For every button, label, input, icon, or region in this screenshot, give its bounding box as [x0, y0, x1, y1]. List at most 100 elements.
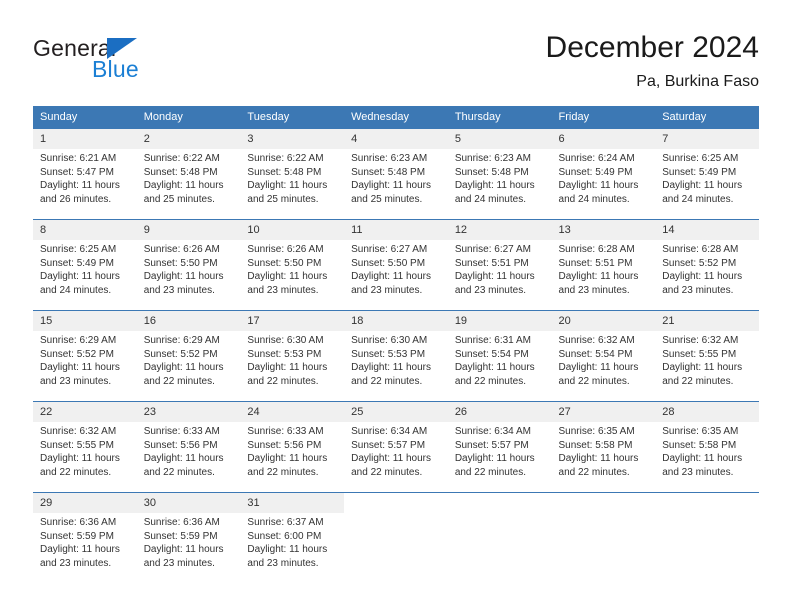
calendar-header-row: Sunday Monday Tuesday Wednesday Thursday…	[33, 106, 759, 129]
daylight-text-line2: and 22 minutes.	[143, 466, 215, 478]
day-cell[interactable]: 31 Sunrise: 6:37 AM Sunset: 6:00 PM Dayl…	[240, 492, 345, 574]
day-cell[interactable]: 3 Sunrise: 6:22 AM Sunset: 5:48 PM Dayli…	[240, 128, 345, 210]
day-cell[interactable]: 2 Sunrise: 6:22 AM Sunset: 5:48 PM Dayli…	[136, 128, 241, 210]
calendar-grid: Sunday Monday Tuesday Wednesday Thursday…	[33, 106, 759, 574]
week-spacer	[33, 210, 759, 220]
sunrise-text: Sunrise: 6:37 AM	[247, 517, 324, 528]
day-cell[interactable]: 29 Sunrise: 6:36 AM Sunset: 5:59 PM Dayl…	[33, 492, 137, 574]
daylight-text-line1: Daylight: 11 hours	[454, 453, 535, 465]
sunset-text: Sunset: 5:53 PM	[351, 348, 426, 360]
day-details: Sunrise: 6:29 AM Sunset: 5:52 PM Dayligh…	[137, 331, 241, 388]
day-details: Sunrise: 6:24 AM Sunset: 5:49 PM Dayligh…	[552, 149, 656, 206]
day-cell[interactable]: 1 Sunrise: 6:21 AM Sunset: 5:47 PM Dayli…	[33, 128, 137, 210]
sunset-text: Sunset: 5:48 PM	[247, 166, 322, 178]
sunset-text: Sunset: 5:49 PM	[40, 257, 114, 269]
day-cell[interactable]: 28 Sunrise: 6:35 AM Sunset: 5:58 PM Dayl…	[655, 401, 759, 483]
day-cell[interactable]: 9 Sunrise: 6:26 AM Sunset: 5:50 PM Dayli…	[136, 219, 241, 301]
day-details: Sunrise: 6:21 AM Sunset: 5:47 PM Dayligh…	[33, 149, 137, 206]
sunset-text: Sunset: 5:51 PM	[558, 257, 633, 269]
daylight-text-line2: and 23 minutes.	[247, 557, 319, 569]
day-cell[interactable]: 7 Sunrise: 6:25 AM Sunset: 5:49 PM Dayli…	[655, 128, 759, 210]
daylight-text-line2: and 22 minutes.	[558, 466, 630, 478]
daylight-text-line1: Daylight: 11 hours	[143, 453, 224, 465]
sunset-text: Sunset: 5:52 PM	[40, 348, 114, 360]
day-number: 1	[33, 129, 137, 149]
daylight-text-line2: and 24 minutes.	[40, 284, 112, 296]
day-cell[interactable]: 22 Sunrise: 6:32 AM Sunset: 5:55 PM Dayl…	[33, 401, 137, 483]
day-number	[344, 493, 448, 513]
day-number: 11	[344, 220, 448, 240]
daylight-text-line1: Daylight: 11 hours	[351, 362, 431, 374]
day-cell[interactable]: 5 Sunrise: 6:23 AM Sunset: 5:48 PM Dayli…	[447, 128, 552, 210]
day-cell[interactable]: 15 Sunrise: 6:29 AM Sunset: 5:52 PM Dayl…	[33, 310, 137, 392]
day-cell[interactable]: 23 Sunrise: 6:33 AM Sunset: 5:56 PM Dayl…	[136, 401, 241, 483]
day-number: 20	[551, 311, 656, 331]
daylight-text-line1: Daylight: 11 hours	[454, 362, 535, 374]
daylight-text-line1: Daylight: 11 hours	[558, 362, 639, 374]
sunset-text: Sunset: 5:58 PM	[662, 439, 737, 451]
sunset-text: Sunset: 5:49 PM	[662, 166, 737, 178]
day-number: 26	[447, 402, 552, 422]
sunrise-text: Sunrise: 6:27 AM	[351, 244, 428, 255]
daylight-text-line1: Daylight: 11 hours	[558, 453, 639, 465]
sunrise-text: Sunrise: 6:25 AM	[40, 244, 117, 255]
day-cell[interactable]: 18 Sunrise: 6:30 AM Sunset: 5:53 PM Dayl…	[344, 310, 448, 392]
daylight-text-line1: Daylight: 11 hours	[454, 180, 535, 192]
week-row: 8 Sunrise: 6:25 AM Sunset: 5:49 PM Dayli…	[33, 219, 759, 301]
sunrise-text: Sunrise: 6:32 AM	[558, 335, 635, 346]
day-cell[interactable]: 17 Sunrise: 6:30 AM Sunset: 5:53 PM Dayl…	[240, 310, 345, 392]
week-spacer	[33, 301, 759, 311]
day-number: 9	[136, 220, 241, 240]
day-cell[interactable]: 20 Sunrise: 6:32 AM Sunset: 5:54 PM Dayl…	[551, 310, 656, 392]
day-cell-empty	[447, 492, 552, 574]
weekday-header-friday: Friday	[551, 106, 656, 129]
daylight-text-line2: and 23 minutes.	[662, 466, 734, 478]
daylight-text-line2: and 23 minutes.	[143, 284, 215, 296]
day-cell[interactable]: 27 Sunrise: 6:35 AM Sunset: 5:58 PM Dayl…	[551, 401, 656, 483]
daylight-text-line2: and 22 minutes.	[351, 375, 423, 387]
daylight-text-line1: Daylight: 11 hours	[40, 453, 120, 465]
day-number	[448, 493, 552, 513]
sunrise-text: Sunrise: 6:25 AM	[662, 153, 739, 164]
day-number: 13	[551, 220, 656, 240]
daylight-text-line1: Daylight: 11 hours	[143, 271, 224, 283]
general-blue-logo[interactable]: General Blue	[33, 35, 223, 87]
day-cell[interactable]: 24 Sunrise: 6:33 AM Sunset: 5:56 PM Dayl…	[240, 401, 345, 483]
day-cell[interactable]: 25 Sunrise: 6:34 AM Sunset: 5:57 PM Dayl…	[344, 401, 448, 483]
daylight-text-line1: Daylight: 11 hours	[247, 453, 328, 465]
day-cell[interactable]: 26 Sunrise: 6:34 AM Sunset: 5:57 PM Dayl…	[447, 401, 552, 483]
day-cell[interactable]: 14 Sunrise: 6:28 AM Sunset: 5:52 PM Dayl…	[655, 219, 759, 301]
sunrise-text: Sunrise: 6:22 AM	[143, 153, 220, 164]
day-cell[interactable]: 12 Sunrise: 6:27 AM Sunset: 5:51 PM Dayl…	[447, 219, 552, 301]
daylight-text-line2: and 24 minutes.	[454, 193, 526, 205]
day-cell[interactable]: 16 Sunrise: 6:29 AM Sunset: 5:52 PM Dayl…	[136, 310, 241, 392]
sunrise-text: Sunrise: 6:31 AM	[454, 335, 531, 346]
day-cell[interactable]: 13 Sunrise: 6:28 AM Sunset: 5:51 PM Dayl…	[551, 219, 656, 301]
day-number: 8	[33, 220, 137, 240]
daylight-text-line1: Daylight: 11 hours	[558, 180, 639, 192]
day-cell[interactable]: 19 Sunrise: 6:31 AM Sunset: 5:54 PM Dayl…	[447, 310, 552, 392]
day-cell[interactable]: 4 Sunrise: 6:23 AM Sunset: 5:48 PM Dayli…	[344, 128, 448, 210]
sunset-text: Sunset: 5:53 PM	[247, 348, 322, 360]
day-details: Sunrise: 6:28 AM Sunset: 5:51 PM Dayligh…	[552, 240, 656, 297]
daylight-text-line1: Daylight: 11 hours	[247, 362, 328, 374]
sunset-text: Sunset: 5:54 PM	[454, 348, 529, 360]
day-details: Sunrise: 6:32 AM Sunset: 5:54 PM Dayligh…	[552, 331, 656, 388]
day-details: Sunrise: 6:22 AM Sunset: 5:48 PM Dayligh…	[240, 149, 344, 206]
day-number: 21	[655, 311, 759, 331]
page-header: General Blue December 2024 Pa, Burkina F…	[0, 0, 792, 96]
day-cell[interactable]: 6 Sunrise: 6:24 AM Sunset: 5:49 PM Dayli…	[551, 128, 656, 210]
day-cell[interactable]: 30 Sunrise: 6:36 AM Sunset: 5:59 PM Dayl…	[136, 492, 241, 574]
sunset-text: Sunset: 5:57 PM	[351, 439, 426, 451]
day-cell[interactable]: 8 Sunrise: 6:25 AM Sunset: 5:49 PM Dayli…	[33, 219, 137, 301]
day-details: Sunrise: 6:27 AM Sunset: 5:51 PM Dayligh…	[448, 240, 552, 297]
daylight-text-line2: and 22 minutes.	[351, 466, 423, 478]
week-spacer	[33, 392, 759, 402]
day-cell[interactable]: 11 Sunrise: 6:27 AM Sunset: 5:50 PM Dayl…	[344, 219, 448, 301]
day-cell[interactable]: 21 Sunrise: 6:32 AM Sunset: 5:55 PM Dayl…	[655, 310, 759, 392]
day-cell[interactable]: 10 Sunrise: 6:26 AM Sunset: 5:50 PM Dayl…	[240, 219, 345, 301]
sunrise-text: Sunrise: 6:29 AM	[143, 335, 220, 346]
weekday-header-thursday: Thursday	[447, 106, 552, 129]
sunrise-text: Sunrise: 6:36 AM	[40, 517, 117, 528]
sunset-text: Sunset: 6:00 PM	[247, 530, 322, 542]
